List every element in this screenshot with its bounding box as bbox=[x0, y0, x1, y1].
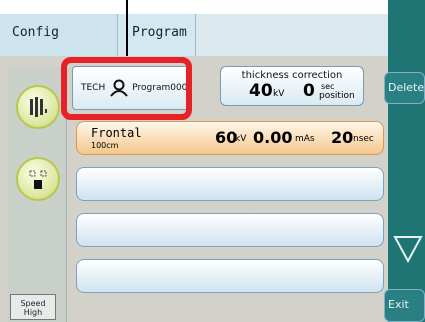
scroll-down-button[interactable] bbox=[388, 225, 425, 275]
exam-row[interactable]: Frontal 100cm 60 kV 0.00 mAs 20 nsec bbox=[76, 121, 384, 155]
speed-label: Speed bbox=[20, 299, 46, 308]
thickness-title: thickness correction bbox=[241, 70, 343, 81]
highlight-frame bbox=[61, 57, 192, 120]
tube-icon bbox=[30, 97, 47, 117]
exam-row-empty[interactable] bbox=[76, 259, 384, 293]
exit-label: Exit bbox=[388, 298, 409, 311]
exam-row-empty[interactable] bbox=[76, 167, 384, 201]
thickness-kv-unit: kV bbox=[273, 89, 285, 99]
callout-pointer-line bbox=[126, 0, 128, 60]
tab-config[interactable]: Config bbox=[0, 14, 118, 56]
speed-button[interactable]: Speed High bbox=[10, 294, 56, 320]
exam-row-empty[interactable] bbox=[76, 213, 384, 247]
exam-nsec-unit: nsec bbox=[353, 134, 374, 144]
thickness-sec-value: 0 bbox=[303, 81, 315, 101]
thickness-correction-button[interactable]: thickness correction 40 kV 0 sec positio… bbox=[220, 66, 364, 106]
speed-value: High bbox=[23, 308, 43, 317]
delete-button[interactable]: Delete bbox=[384, 72, 425, 104]
exam-name: Frontal bbox=[91, 126, 142, 140]
thickness-position-label: position bbox=[319, 91, 355, 101]
thickness-sec-label: sec bbox=[321, 82, 335, 91]
exam-distance: 100cm bbox=[91, 141, 119, 150]
exam-kv-unit: kV bbox=[235, 134, 247, 144]
exit-button[interactable]: Exit bbox=[384, 289, 425, 322]
thickness-kv-value: 40 bbox=[249, 81, 273, 101]
exam-mas-value: 0.00 bbox=[253, 128, 293, 147]
exam-nsec-value: 20 bbox=[331, 128, 354, 147]
exam-mas-unit: mAs bbox=[295, 134, 315, 144]
tab-program[interactable]: Program bbox=[118, 14, 196, 56]
delete-label: Delete bbox=[388, 81, 425, 94]
detector-mode-button[interactable] bbox=[16, 157, 60, 201]
exam-kv-value: 60 bbox=[215, 128, 238, 147]
tube-mode-button[interactable] bbox=[16, 85, 60, 129]
detector-icon bbox=[29, 170, 47, 189]
triangle-down-icon bbox=[393, 236, 423, 264]
